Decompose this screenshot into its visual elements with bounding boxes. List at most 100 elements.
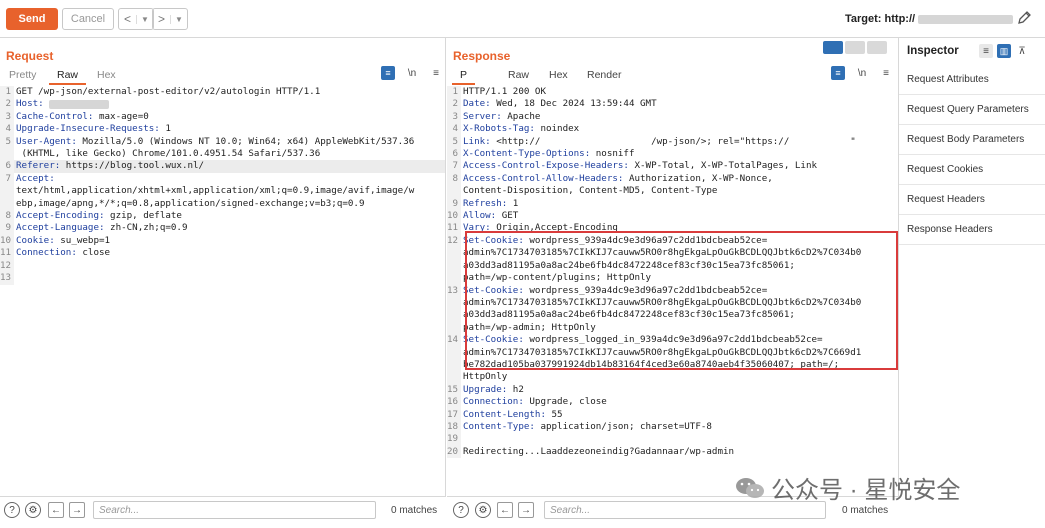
code-line[interactable]: 17 Content-Length: 55 <box>447 408 898 421</box>
inspector-item-request-query-parameters[interactable]: Request Query Parameters <box>899 95 1045 125</box>
code-line[interactable]: path=/wp-content/plugins; HttpOnly <box>447 272 898 285</box>
help-icon[interactable]: ? <box>453 502 469 518</box>
menu-icon[interactable]: ≡ <box>429 66 443 80</box>
code-line[interactable]: 16 Connection: Upgrade, close <box>447 396 898 409</box>
code-line[interactable]: 5 Link: <http:// /wp-json/>; rel="https:/… <box>447 135 898 149</box>
code-line[interactable]: 3 Cache-Control: max-age=0 <box>0 110 445 124</box>
code-line[interactable]: 11 Vary: Origin,Accept-Encoding <box>447 222 898 235</box>
code-line[interactable]: 3 Server: Apache <box>447 110 898 124</box>
back-button[interactable]: < ▼ <box>118 8 154 30</box>
code-line[interactable]: HttpOnly <box>447 371 898 384</box>
code-line[interactable]: 4 Upgrade-Insecure-Requests: 1 <box>0 123 445 136</box>
next-match-icon[interactable]: → <box>69 502 85 518</box>
chevron-down-icon[interactable]: ▼ <box>170 14 187 24</box>
request-editor[interactable]: 1 GET /wp-json/external-post-editor/v2/au… <box>0 86 445 285</box>
next-match-icon[interactable]: → <box>518 502 534 518</box>
code-line[interactable]: admin%7C1734703185%7CIkKIJ7cauww5RO0r8hg… <box>447 296 898 310</box>
code-line[interactable]: 7 Access-Control-Expose-Headers: X-WP-Tot… <box>447 160 898 173</box>
code-line[interactable]: admin%7C1734703185%7CIkKIJ7cauww5RO0r8hg… <box>447 346 898 359</box>
code-line[interactable]: 18 Content-Type: application/json; charse… <box>447 420 898 434</box>
split-view-icon[interactable]: ▥ <box>997 44 1011 58</box>
code-line[interactable]: 8 Accept-Encoding: gzip, deflate <box>0 210 445 223</box>
code-line[interactable]: 12 Set-Cookie: wordpress_939a4dc9e3d96a97… <box>447 234 898 248</box>
line-text: Host: <box>16 98 44 110</box>
line-text <box>14 272 16 284</box>
code-line[interactable]: (KHTML, like Gecko) Chrome/101.0.4951.54… <box>0 148 445 161</box>
inspector-item-request-attributes[interactable]: Request Attributes <box>899 65 1045 95</box>
help-icon[interactable]: ? <box>4 502 20 518</box>
response-editor[interactable]: 1 HTTP/1.1 200 OK 2 Date: Wed, 18 Dec 2024 … <box>447 86 898 459</box>
gear-icon[interactable]: ⚙ <box>475 502 491 518</box>
line-number: 15 <box>447 383 461 397</box>
code-line[interactable]: 1 GET /wp-json/external-post-editor/v2/au… <box>0 86 445 99</box>
code-line[interactable]: a03dd3ad81195a0a8ac24be6fb4dc8472248cef8… <box>447 259 898 273</box>
edit-pencil-icon[interactable] <box>1016 10 1032 26</box>
code-line[interactable]: 11 Connection: close <box>0 247 445 260</box>
line-text: be782dad105ba037991924db14b83164f4ced3e6… <box>463 358 840 370</box>
layout-single-icon[interactable] <box>867 41 887 54</box>
code-line[interactable]: 13 <box>0 272 445 285</box>
inspector-item-response-headers[interactable]: Response Headers <box>899 215 1045 245</box>
inspector-item-request-cookies[interactable]: Request Cookies <box>899 155 1045 185</box>
tab-raw[interactable]: Raw <box>508 69 529 81</box>
line-text: HttpOnly <box>463 371 508 383</box>
list-view-icon[interactable]: ≡ <box>979 44 993 58</box>
code-line[interactable]: 7 Accept: <box>0 172 445 186</box>
newline-toggle-icon[interactable]: \n <box>405 66 419 80</box>
code-line[interactable]: 13 Set-Cookie: wordpress_939a4dc9e3d96a97… <box>447 284 898 297</box>
wrap-lines-icon[interactable]: ≡ <box>831 66 845 80</box>
collapse-icon[interactable]: ⊼ <box>1015 44 1029 58</box>
cancel-button[interactable]: Cancel <box>62 8 114 30</box>
previous-match-icon[interactable]: ← <box>48 502 64 518</box>
tab-hex[interactable]: Hex <box>549 69 568 81</box>
send-button[interactable]: Send <box>6 8 58 30</box>
chevron-down-icon[interactable]: ▼ <box>136 14 153 24</box>
tab-raw[interactable]: Raw <box>48 69 87 85</box>
tab-render[interactable]: Render <box>587 69 621 81</box>
code-line[interactable]: ebp,image/apng,*/*;q=0.8,application/sig… <box>0 197 445 211</box>
code-line[interactable]: a03dd3ad81195a0a8ac24be6fb4dc8472248cef8… <box>447 309 898 322</box>
tab-pretty[interactable]: Pretty <box>9 69 36 81</box>
newline-toggle-icon[interactable]: \n <box>855 66 869 80</box>
code-line[interactable]: 6 Referer: https://blog.tool.wux.nl/ <box>0 160 445 173</box>
line-text: Vary: Origin,Accept-Encoding <box>463 222 618 234</box>
previous-match-icon[interactable]: ← <box>497 502 513 518</box>
code-line[interactable]: 5 User-Agent: Mozilla/5.0 (Windows NT 10.… <box>0 135 445 149</box>
code-line[interactable]: Content-Disposition, Content-MD5, Conten… <box>447 185 898 198</box>
inspector-item-request-body-parameters[interactable]: Request Body Parameters <box>899 125 1045 155</box>
code-line[interactable]: admin%7C1734703185%7CIkKIJ7cauww5RO0r8hg… <box>447 247 898 260</box>
search-input[interactable]: Search... <box>93 501 376 519</box>
code-line[interactable]: text/html,application/xhtml+xml,applicat… <box>0 185 445 198</box>
code-line[interactable]: 12 <box>0 259 445 273</box>
line-text <box>14 260 16 272</box>
code-line[interactable]: 2 Date: Wed, 18 Dec 2024 13:59:44 GMT <box>447 98 898 111</box>
code-line[interactable]: 1 HTTP/1.1 200 OK <box>447 86 898 99</box>
code-line[interactable]: 19 <box>447 433 898 446</box>
tab-pretty[interactable]: P <box>451 69 476 85</box>
code-line[interactable]: be782dad105ba037991924db14b83164f4ced3e6… <box>447 358 898 372</box>
code-line[interactable]: 10 Cookie: su_webp=1 <box>0 234 445 248</box>
code-line[interactable]: path=/wp-admin; HttpOnly <box>447 321 898 335</box>
code-line[interactable]: 10 Allow: GET <box>447 210 898 223</box>
line-number <box>447 321 461 335</box>
code-line[interactable]: 2 Host: <box>0 98 445 111</box>
code-line[interactable]: 9 Accept-Language: zh-CN,zh;q=0.9 <box>0 222 445 235</box>
code-line[interactable]: 15 Upgrade: h2 <box>447 383 898 397</box>
line-text: ebp,image/apng,*/*;q=0.8,application/sig… <box>16 197 365 209</box>
code-line[interactable]: 8 Access-Control-Allow-Headers: Authoriza… <box>447 172 898 186</box>
code-line[interactable]: 6 X-Content-Type-Options: nosniff <box>447 148 898 161</box>
code-line[interactable]: 14 Set-Cookie: wordpress_logged_in_939a4d… <box>447 334 898 347</box>
line-text: (KHTML, like Gecko) Chrome/101.0.4951.54… <box>16 148 321 160</box>
layout-stacked-icon[interactable] <box>845 41 865 54</box>
menu-icon[interactable]: ≡ <box>879 66 893 80</box>
code-line[interactable]: 4 X-Robots-Tag: noindex <box>447 123 898 136</box>
wrap-lines-icon[interactable]: ≡ <box>381 66 395 80</box>
gear-icon[interactable]: ⚙ <box>25 502 41 518</box>
forward-button[interactable]: > ▼ <box>152 8 188 30</box>
layout-side-by-side-icon[interactable] <box>823 41 843 54</box>
tab-hex[interactable]: Hex <box>97 69 116 81</box>
code-line[interactable]: 9 Refresh: 1 <box>447 197 898 211</box>
layout-toggle[interactable] <box>823 41 887 54</box>
code-line[interactable]: 20 Redirecting...Laaddezeoneindig?Gadanna… <box>447 445 898 459</box>
inspector-item-request-headers[interactable]: Request Headers <box>899 185 1045 215</box>
